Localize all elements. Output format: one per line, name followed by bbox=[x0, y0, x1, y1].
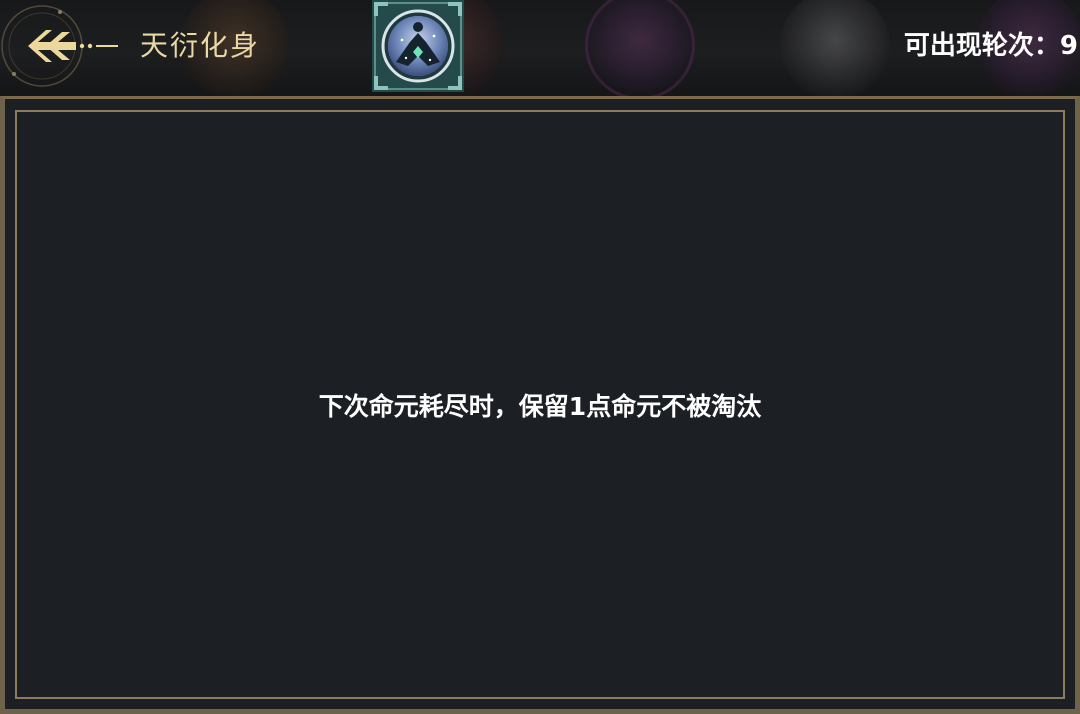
avatar-emblem-icon bbox=[372, 0, 464, 92]
background-portrait bbox=[585, 0, 695, 96]
back-arrow-icon bbox=[1, 5, 118, 87]
page-title: 天衍化身 bbox=[140, 29, 261, 62]
rounds-count-label: 可出现轮次：9 bbox=[903, 31, 1078, 61]
description-panel: 下次命元耗尽时，保留1点命元不被淘汰 bbox=[0, 96, 1080, 714]
top-bar: 天衍化身 可出现轮次：9 bbox=[0, 0, 1080, 96]
avatar-emblem[interactable] bbox=[372, 0, 464, 92]
background-portrait bbox=[780, 0, 890, 96]
effect-description: 下次命元耗尽时，保留1点命元不被淘汰 bbox=[318, 392, 762, 421]
back-button[interactable] bbox=[0, 0, 128, 92]
